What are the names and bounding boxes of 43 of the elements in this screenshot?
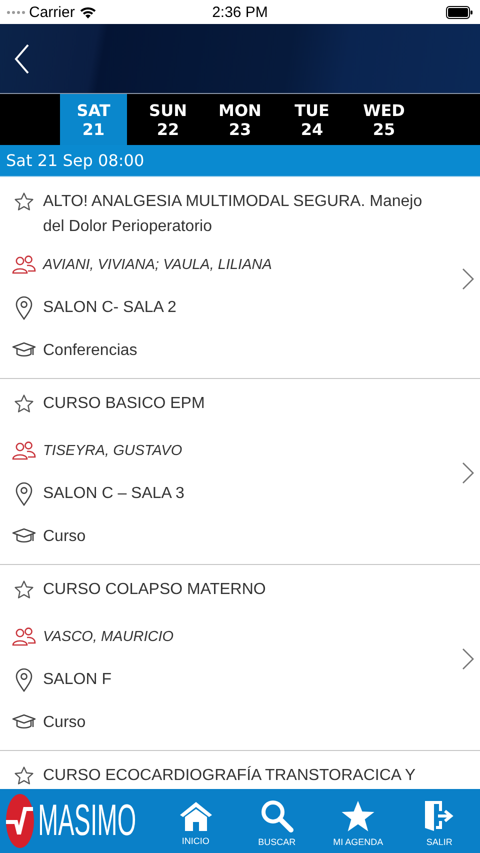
tab-bar-item[interactable]: MI AGENDA	[318, 796, 399, 846]
search-icon	[260, 799, 294, 833]
speaker-names: TISEYRA, GUSTAVO	[43, 443, 182, 459]
logo-icon	[5, 792, 35, 850]
star-icon	[341, 800, 376, 832]
room-name: SALON C- SALA 2	[43, 299, 176, 317]
home-icon	[178, 800, 214, 832]
tab-bar-item[interactable]: SALIR	[398, 795, 480, 847]
star-icon[interactable]	[12, 191, 36, 213]
session-title: CURSO COLAPSO MATERNO	[43, 580, 267, 600]
session-type: Curso	[43, 714, 86, 732]
session-type: Curso	[43, 528, 86, 546]
carrier-name: Carrier	[29, 4, 75, 20]
tab-bar-item[interactable]: BUSCAR	[236, 795, 318, 847]
session-type: Conferencias	[43, 342, 138, 360]
room-name: SALON F	[43, 671, 112, 689]
signal-icon	[7, 10, 25, 14]
session-title: ALTO! ANALGESIA MULTIMODAL SEGURA. Manejo del Dolor Perioperatorio	[43, 192, 424, 237]
session-title: CURSO ECOCARDIOGRAFÍA TRANSTORACICA Y	[43, 765, 417, 786]
logo-wordmark: MASIMO	[38, 796, 136, 846]
tab-bar-item[interactable]: INICIO	[155, 796, 236, 846]
people-icon	[12, 441, 36, 461]
people-icon	[12, 255, 36, 275]
chevron-right-icon	[462, 462, 474, 484]
section-header: Sat 21 Sep 08:00	[0, 145, 480, 177]
people-icon	[12, 627, 36, 647]
battery-icon	[446, 6, 473, 18]
session-title: CURSO BASICO EPM	[43, 394, 206, 414]
room-name: SALON C – SALA 3	[43, 485, 184, 503]
chevron-right-icon	[462, 268, 474, 290]
session-item[interactable]: CURSO COLAPSO MATERNO VASCO, MAURICIO SALON F Curso	[0, 565, 480, 751]
wifi-icon	[78, 6, 97, 18]
speaker-names: VASCO, MAURICIO	[43, 629, 174, 645]
session-item[interactable]: ALTO! ANALGESIA MULTIMODAL SEGURA. Manejo del Dolor Perioperatorio AVIANI, VIVIANA; VAULA, LILIANA SALON C- SALA 2 Conferencias	[0, 177, 480, 379]
day-tab[interactable]: SAT 21	[60, 94, 127, 145]
star-icon[interactable]	[12, 579, 36, 601]
session-item[interactable]: CURSO BASICO EPM TISEYRA, GUSTAVO SALON C – SALA 3 Curso	[0, 379, 480, 565]
back-icon[interactable]	[14, 44, 30, 74]
star-icon[interactable]	[12, 765, 36, 787]
star-icon[interactable]	[12, 393, 36, 415]
speaker-names: AVIANI, VIVIANA; VAULA, LILIANA	[43, 257, 272, 273]
chevron-right-icon	[462, 648, 474, 670]
status-time: 2:36 PM	[212, 4, 268, 20]
